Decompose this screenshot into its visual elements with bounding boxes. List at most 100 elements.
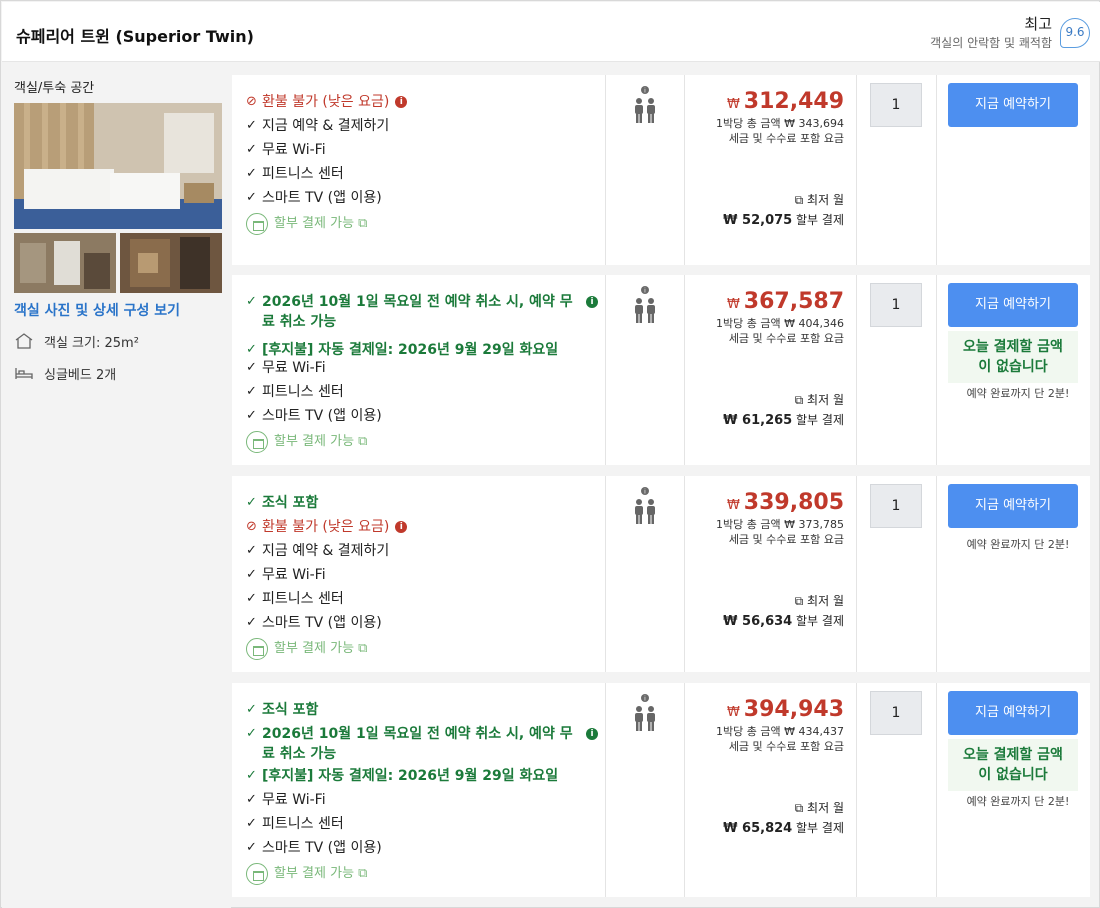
house-icon	[15, 333, 33, 349]
occupancy-icon[interactable]: i	[632, 85, 658, 133]
info-icon[interactable]: i	[395, 96, 408, 108]
bed-icon	[15, 368, 33, 379]
room-photos-link[interactable]: 객실 사진 및 상세 구성 보기	[14, 300, 180, 320]
benefit-text: 무료 Wi-Fi	[262, 360, 326, 376]
installment-available[interactable]: 할부 결제 가능 ⧉	[246, 431, 367, 453]
lowest-month-label[interactable]: ⧉ 최저 월	[795, 191, 844, 208]
info-icon[interactable]: i	[586, 296, 598, 308]
installment-available[interactable]: 할부 결제 가능 ⧉	[246, 863, 367, 885]
check-icon: ✓	[246, 726, 257, 741]
column-divider	[856, 683, 857, 897]
column-divider	[936, 683, 937, 897]
check-icon: ✓	[246, 118, 257, 133]
benefit-item: ✓ 무료 Wi-Fi	[246, 565, 326, 585]
installment-available[interactable]: 할부 결제 가능 ⧉	[246, 638, 367, 660]
room-size-feature: 객실 크기: 25m²	[14, 331, 139, 351]
fast-booking-note: 예약 완료까지 단 2분!	[966, 795, 1070, 808]
monthly-installment: ₩ 56,634 할부 결제	[723, 614, 844, 629]
benefit-text: [후지불] 자동 결제일: 2026년 9월 29일 화요일	[262, 342, 559, 358]
check-icon: ✓	[246, 840, 257, 855]
benefit-text: 환불 불가 (낮은 요금) i	[262, 92, 408, 112]
tax-note: 세금 및 수수료 포함 요금	[728, 132, 844, 145]
benefit-item: ✓ [후지불] 자동 결제일: 2026년 9월 29일 화요일	[246, 340, 558, 360]
column-divider	[684, 683, 685, 897]
check-icon: ✓	[246, 591, 257, 606]
benefit-text: 스마트 TV (앱 이용)	[262, 408, 382, 424]
info-icon[interactable]: i	[395, 521, 408, 533]
fast-booking-note: 예약 완료까지 단 2분!	[966, 387, 1070, 400]
monthly-installment: ₩ 61,265 할부 결제	[723, 413, 844, 428]
tax-note: 세금 및 수수료 포함 요금	[728, 533, 844, 546]
tax-note: 세금 및 수수료 포함 요금	[728, 740, 844, 753]
check-icon: ✓	[246, 408, 257, 423]
room-photo-thumb[interactable]	[120, 233, 222, 293]
installment-text: 할부 결제 가능 ⧉	[274, 434, 368, 449]
price-total: ₩339,805	[726, 490, 844, 515]
offer-card: ✓ 2026년 10월 1일 목요일 전 예약 취소 시, 예약 무료 취소 가능…	[232, 275, 1090, 465]
benefit-item: ✓ 조식 포함	[246, 493, 318, 513]
room-size-text: 객실 크기: 25m²	[44, 335, 139, 351]
rating-score-badge: 9.6	[1060, 18, 1090, 48]
column-divider	[856, 75, 857, 265]
installment-available[interactable]: 할부 결제 가능 ⧉	[246, 213, 367, 235]
check-icon: ✓	[246, 342, 257, 357]
occupancy-icon[interactable]: i	[632, 693, 658, 741]
installment-text: 할부 결제 가능 ⧉	[274, 641, 368, 656]
room-offer-panel: 슈페리어 트윈 (Superior Twin) 최고 객실의 안락함 및 쾌적함…	[0, 0, 1100, 908]
info-icon[interactable]: i	[586, 728, 598, 740]
price-block: ₩367,587 1박당 총 금액 ₩ 404,346 세금 및 수수료 포함 요금	[716, 289, 844, 346]
lowest-month-label[interactable]: ⧉ 최저 월	[795, 592, 844, 609]
price-total: ₩367,587	[726, 289, 844, 314]
column-divider	[605, 75, 606, 265]
book-now-button[interactable]: 지금 예약하기	[948, 83, 1078, 127]
check-icon: ✓	[246, 615, 257, 630]
room-photo-thumb[interactable]	[14, 233, 116, 293]
room-title: 슈페리어 트윈 (Superior Twin)	[16, 27, 254, 46]
occupancy-icon[interactable]: i	[632, 486, 658, 534]
price-block: ₩394,943 1박당 총 금액 ₩ 434,437 세금 및 수수료 포함 요금	[716, 697, 844, 754]
book-now-button[interactable]: 지금 예약하기	[948, 691, 1078, 735]
check-icon: ✓	[246, 567, 257, 582]
benefit-item: ✓ 2026년 10월 1일 목요일 전 예약 취소 시, 예약 무료 취소 가능…	[246, 724, 598, 764]
room-quantity-select[interactable]: 1	[870, 691, 922, 735]
price-block: ₩339,805 1박당 총 금액 ₩ 373,785 세금 및 수수료 포함 요금	[716, 490, 844, 547]
offer-card: ✓ 조식 포함 ⊘ 환불 불가 (낮은 요금) i ✓ 지금 예약 & 결제하기 ✓ 무료 Wi…	[232, 476, 1090, 672]
benefit-text: 스마트 TV (앱 이용)	[262, 840, 382, 856]
book-now-button[interactable]: 지금 예약하기	[948, 484, 1078, 528]
benefit-text: 조식 포함	[262, 702, 319, 718]
benefit-text: 2026년 10월 1일 목요일 전 예약 취소 시, 예약 무료 취소 가능 i	[262, 724, 598, 764]
lowest-month-label[interactable]: ⧉ 최저 월	[795, 391, 844, 408]
benefit-text: 무료 Wi-Fi	[262, 142, 326, 158]
room-quantity-select[interactable]: 1	[870, 83, 922, 127]
benefit-text: 피트니스 센터	[262, 591, 344, 607]
installment-icon	[246, 863, 268, 885]
check-icon: ✓	[246, 543, 257, 558]
book-now-button[interactable]: 지금 예약하기	[948, 283, 1078, 327]
lowest-month-label[interactable]: ⧉ 최저 월	[795, 799, 844, 816]
column-divider	[684, 275, 685, 465]
benefit-text: 피트니스 센터	[262, 816, 344, 832]
offer-card: ✓ 조식 포함 ✓ 2026년 10월 1일 목요일 전 예약 취소 시, 예약 무료…	[232, 683, 1090, 897]
room-header: 슈페리어 트윈 (Superior Twin) 최고 객실의 안락함 및 쾌적함…	[2, 2, 1100, 62]
column-divider	[936, 476, 937, 672]
benefit-item: ✓ [후지불] 자동 결제일: 2026년 9월 29일 화요일	[246, 766, 558, 786]
occupancy-icon[interactable]: i	[632, 285, 658, 333]
column-divider	[605, 275, 606, 465]
benefit-text: 환불 불가 (낮은 요금) i	[262, 517, 408, 537]
benefit-text: 스마트 TV (앱 이용)	[262, 615, 382, 631]
benefit-item: ⊘ 환불 불가 (낮은 요금) i	[246, 92, 408, 112]
check-icon: ✓	[246, 792, 257, 807]
offer-card: ⊘ 환불 불가 (낮은 요금) i ✓ 지금 예약 & 결제하기 ✓ 무료 Wi-Fi ✓ 피트…	[232, 75, 1090, 265]
price-block: ₩312,449 1박당 총 금액 ₩ 343,694 세금 및 수수료 포함 요금	[716, 89, 844, 146]
installment-icon	[246, 638, 268, 660]
pay-today-badge: 오늘 결제할 금액 이 없습니다	[948, 739, 1078, 791]
room-quantity-select[interactable]: 1	[870, 283, 922, 327]
check-icon: ✓	[246, 294, 257, 309]
benefit-item: ✓ 스마트 TV (앱 이용)	[246, 188, 382, 208]
column-divider	[856, 275, 857, 465]
installment-text: 할부 결제 가능 ⧉	[274, 866, 368, 881]
check-icon: ✓	[246, 384, 257, 399]
room-quantity-select[interactable]: 1	[870, 484, 922, 528]
installment-icon	[246, 213, 268, 235]
room-photo-main[interactable]	[14, 103, 222, 229]
